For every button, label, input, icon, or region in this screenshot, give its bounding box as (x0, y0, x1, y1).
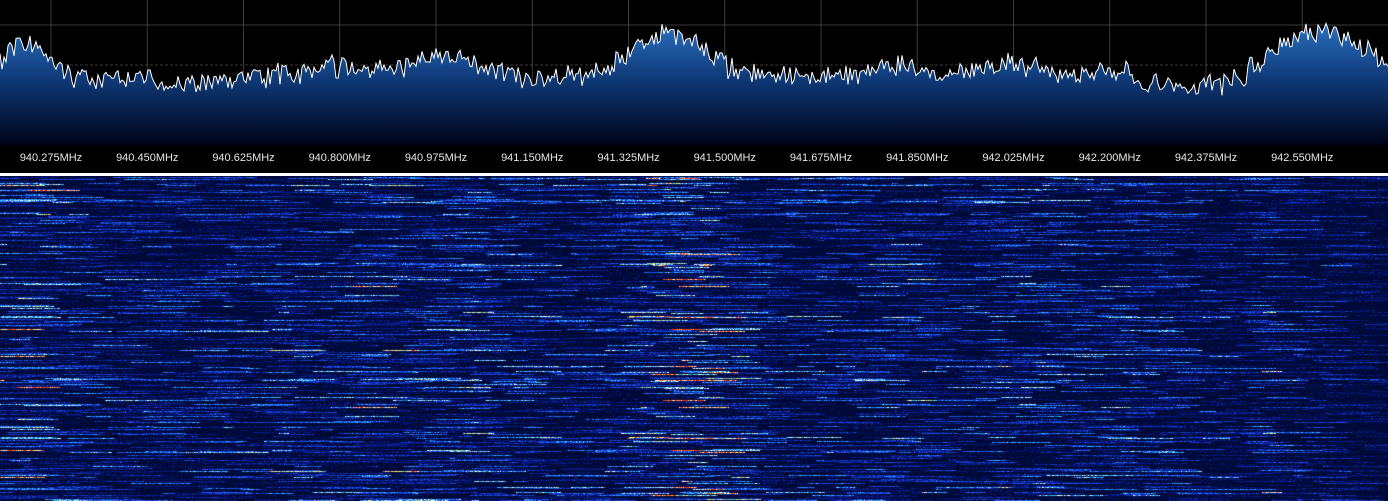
frequency-label: 942.375MHz (1174, 152, 1238, 164)
spectrum-svg (0, 0, 1388, 145)
sdr-display: 940.275MHz 940.450MHz 940.625MHz 940.800MHz… (0, 0, 1388, 501)
frequency-label: 942.550MHz (1271, 152, 1334, 164)
frequency-label: 940.625MHz (212, 152, 275, 164)
waterfall-canvas (0, 176, 1388, 501)
frequency-label: 941.675MHz (789, 152, 853, 164)
frequency-label: 940.450MHz (116, 152, 179, 164)
frequency-label: 942.025MHz (982, 152, 1045, 164)
frequency-label: 940.975MHz (404, 152, 468, 164)
frequency-label: 941.500MHz (693, 152, 756, 164)
frequency-label: 940.800MHz (308, 152, 371, 164)
frequency-label: 940.275MHz (19, 152, 83, 164)
frequency-label: 942.200MHz (1078, 152, 1141, 164)
waterfall-display[interactable] (0, 176, 1388, 501)
frequency-label: 941.850MHz (886, 152, 949, 164)
spectrum-plot[interactable] (0, 0, 1388, 145)
frequency-axis: 940.275MHz 940.450MHz 940.625MHz 940.800MHz… (0, 145, 1388, 173)
frequency-label: 941.150MHz (501, 152, 564, 164)
frequency-label: 941.325MHz (597, 152, 660, 164)
